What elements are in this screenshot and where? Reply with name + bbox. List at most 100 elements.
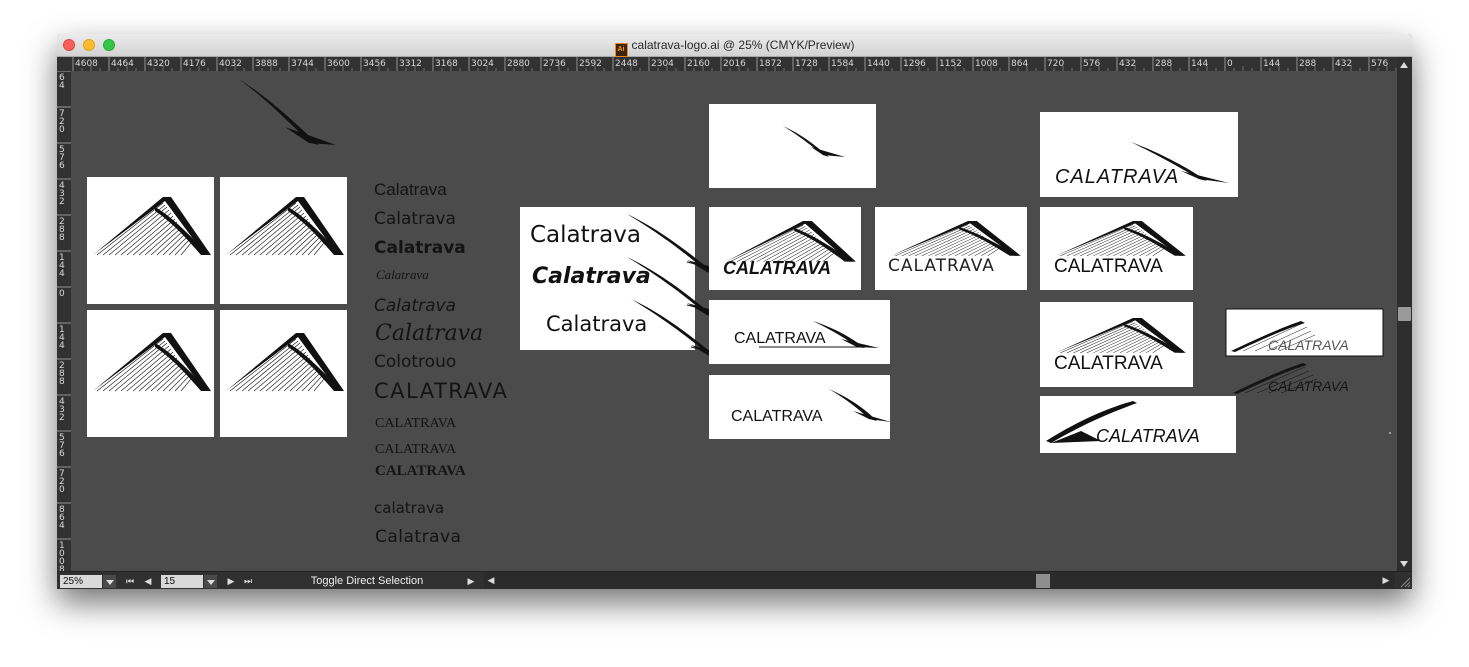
swoosh-only-board[interactable] (709, 104, 876, 188)
harp-bold-italic-board[interactable]: CALATRAVA (709, 207, 861, 290)
caps-middle[interactable]: CALATRAVA (1054, 256, 1163, 277)
h-ruler-label: 4176 (183, 59, 206, 69)
artboard-dropdown-icon[interactable] (204, 575, 217, 588)
specimen-5[interactable]: Calatrava (374, 296, 456, 316)
scroll-up-arrow-icon[interactable] (1400, 62, 1408, 68)
small-dark-logo[interactable]: CALATRAVA (1233, 363, 1349, 394)
status-menu-arrow-icon[interactable]: ▶ (464, 575, 478, 588)
plain-caps[interactable]: CALATRAVA (731, 408, 823, 425)
window-title-text: calatrava-logo.ai @ 25% (CMYK/Preview) (631, 38, 855, 52)
stacked-logo-3[interactable]: Calatrava (546, 312, 647, 336)
zoom-dropdown-icon[interactable] (103, 575, 116, 588)
harp-caps-right-board[interactable]: CALATRAVA (1040, 302, 1193, 387)
italic-caps-large[interactable]: CALATRAVA (1055, 166, 1179, 188)
h-ruler-label: 2448 (615, 59, 638, 69)
loose-swoosh-mark[interactable] (239, 79, 336, 145)
v-ruler-label: 0 (59, 485, 65, 495)
h-ruler-label: 864 (1011, 59, 1028, 69)
h-ruler-label: 576 (1083, 59, 1100, 69)
h-ruler-label: 2160 (687, 59, 710, 69)
small-dark-caps[interactable]: CALATRAVA (1268, 378, 1349, 394)
harp-logo-tile-2[interactable] (220, 177, 347, 304)
title-bar[interactable]: Ai calatrava-logo.ai @ 25% (CMYK/Preview) (57, 34, 1412, 57)
last-artboard-icon[interactable]: ⏭ (241, 575, 255, 588)
specimen-10[interactable]: CALATRAVA (375, 442, 457, 457)
bold-italic-caps[interactable]: CALATRAVA (723, 258, 831, 278)
caps-bottom[interactable]: CALATRAVA (1096, 426, 1200, 446)
status-tool-label[interactable]: Toggle Direct Selection (267, 572, 467, 589)
small-outlined-caps[interactable]: CALATRAVA (1268, 337, 1349, 353)
illustrator-window: Ai calatrava-logo.ai @ 25% (CMYK/Preview)… (57, 34, 1412, 589)
status-bar: 25% ⏮ ◀ 15 ▶ ⏭ Toggle Direct Selection ▶… (57, 571, 1412, 589)
v-ruler-label: 6 (59, 161, 65, 171)
specimen-7[interactable]: Colotrouo (374, 352, 456, 372)
next-artboard-icon[interactable]: ▶ (224, 575, 238, 588)
h-ruler-label: 2880 (507, 59, 530, 69)
artboard-canvas[interactable]: Calatrava Calatrava Calatrava Calatrava … (71, 71, 1397, 571)
h-ruler-label: 3600 (327, 59, 350, 69)
v-ruler-label: 4 (59, 81, 65, 91)
v-ruler-label: 4 (59, 521, 65, 531)
h-ruler-label: 144 (1263, 59, 1280, 69)
h-ruler-label: 4320 (147, 59, 170, 69)
harp-logo-tile-3[interactable] (87, 310, 214, 437)
h-ruler-label: 2736 (543, 59, 566, 69)
h-ruler-label: 3168 (435, 59, 458, 69)
first-artboard-icon[interactable]: ⏮ (123, 575, 137, 588)
underline-caps-board[interactable]: CALATRAVA (709, 300, 890, 364)
harp-logo-tile-1[interactable] (87, 177, 214, 304)
h-ruler-label: 144 (1191, 59, 1208, 69)
scroll-right-arrow-icon[interactable]: ▶ (1379, 574, 1393, 587)
horizontal-scroll-thumb[interactable] (1036, 574, 1050, 588)
horizontal-scrollbar[interactable]: ◀ ▶ (484, 572, 1395, 589)
artwork: Calatrava Calatrava Calatrava Calatrava … (87, 79, 1391, 547)
vertical-scroll-thumb[interactable] (1398, 307, 1411, 321)
stacked-logo-2[interactable]: Calatrava (532, 264, 651, 289)
h-ruler-label: 3024 (471, 59, 494, 69)
stacked-logo-1[interactable]: Calatrava (530, 222, 641, 248)
h-ruler-label: 720 (1047, 59, 1064, 69)
specimen-11[interactable]: CALATRAVA (375, 463, 466, 479)
v-ruler-label: 8 (59, 233, 65, 243)
specimen-3[interactable]: Calatrava (374, 238, 466, 258)
zoom-level-field[interactable]: 25% (60, 575, 102, 588)
small-outlined-logo[interactable]: CALATRAVA (1225, 308, 1384, 357)
plain-caps-board[interactable]: CALATRAVA (709, 375, 891, 439)
specimen-2[interactable]: Calatrava (374, 209, 456, 229)
scroll-down-arrow-icon[interactable] (1400, 561, 1408, 567)
horizontal-ruler-ticks: 4608 4464 4320 4176 4032 3888 3744 3600 3456 3312… (72, 57, 1397, 71)
v-ruler-label: 8 (59, 377, 65, 387)
v-ruler-label: 4 (59, 341, 65, 351)
specimen-12[interactable]: calatrava (374, 499, 444, 517)
angled-swoosh-board[interactable]: CALATRAVA (1040, 396, 1236, 453)
harp-thin-caps-board[interactable]: CALATRAVA (875, 207, 1027, 290)
specimen-13[interactable]: Calatrava (375, 527, 461, 547)
previous-artboard-icon[interactable]: ◀ (141, 575, 155, 588)
vertical-ruler-ticks: 6472057643228814401442884325767208641008 (57, 71, 71, 571)
vertical-scrollbar[interactable] (1397, 57, 1412, 571)
h-ruler-label: 1728 (795, 59, 818, 69)
harp-caps-middle-board[interactable]: CALATRAVA (1040, 207, 1193, 290)
specimen-8[interactable]: CALATRAVA (374, 379, 508, 403)
h-ruler-label: 3312 (399, 59, 422, 69)
thin-caps[interactable]: CALATRAVA (888, 256, 995, 276)
h-ruler-label: 4608 (75, 59, 98, 69)
resize-grip-icon[interactable] (1397, 574, 1411, 588)
italic-caps-swoosh-board[interactable]: CALATRAVA (1040, 112, 1238, 197)
specimen-4[interactable]: Calatrava (376, 267, 429, 282)
h-ruler-label: 1008 (975, 59, 998, 69)
caps-right[interactable]: CALATRAVA (1054, 353, 1163, 374)
specimen-6[interactable]: Calatrava (375, 321, 483, 346)
underline-caps[interactable]: CALATRAVA (734, 330, 826, 347)
horizontal-ruler[interactable]: 4608 4464 4320 4176 4032 3888 3744 3600 3456 3312… (57, 57, 1397, 71)
artboard-number-field[interactable]: 15 (161, 575, 203, 588)
h-ruler-label: 3744 (291, 59, 314, 69)
harp-logo-tile-4[interactable] (220, 310, 347, 437)
h-ruler-label: 3456 (363, 59, 386, 69)
scroll-left-arrow-icon[interactable]: ◀ (484, 574, 498, 587)
specimen-9[interactable]: CALATRAVA (375, 416, 457, 431)
h-ruler-label: 288 (1299, 59, 1316, 69)
vertical-ruler[interactable]: 6472057643228814401442884325767208641008 (57, 71, 71, 571)
specimen-1[interactable]: Calatrava (374, 180, 447, 199)
v-ruler-label: 0 (59, 289, 65, 299)
